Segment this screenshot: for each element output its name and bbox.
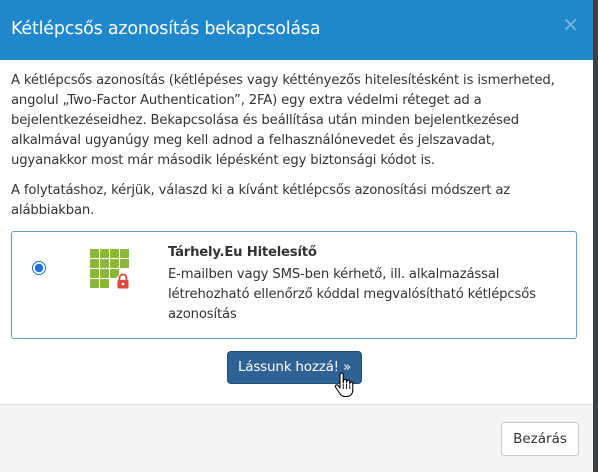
close-button[interactable]: Bezárás xyxy=(501,422,579,456)
modal-footer: Bezárás xyxy=(0,404,593,472)
method-description: E-mailben vagy SMS-ben kérhető, ill. alk… xyxy=(168,267,536,322)
intro-paragraph: A kétlépcsős azonosítás (kétlépéses vagy… xyxy=(11,73,555,168)
instruction-paragraph: A folytatáshoz, kérjük, válaszd ki a kív… xyxy=(11,183,511,218)
two-factor-modal: Kétlépcsős azonosítás bekapcsolása × A k… xyxy=(0,0,593,472)
method-radio[interactable] xyxy=(32,261,46,275)
method-option-tarhely-authenticator[interactable]: Tárhely.Eu Hitelesítő E-mailben vagy SMS… xyxy=(11,231,577,339)
hand-pointer-cursor-icon xyxy=(334,372,354,398)
modal-header: Kétlépcsős azonosítás bekapcsolása × xyxy=(0,0,593,60)
modal-body: A kétlépcsős azonosítás (kétlépéses vagy… xyxy=(0,60,593,403)
modal-title: Kétlépcsős azonosítás bekapcsolása xyxy=(11,19,321,39)
method-name: Tárhely.Eu Hitelesítő xyxy=(168,245,317,260)
close-icon[interactable]: × xyxy=(562,14,579,34)
green-grid-lock-icon xyxy=(90,249,131,290)
